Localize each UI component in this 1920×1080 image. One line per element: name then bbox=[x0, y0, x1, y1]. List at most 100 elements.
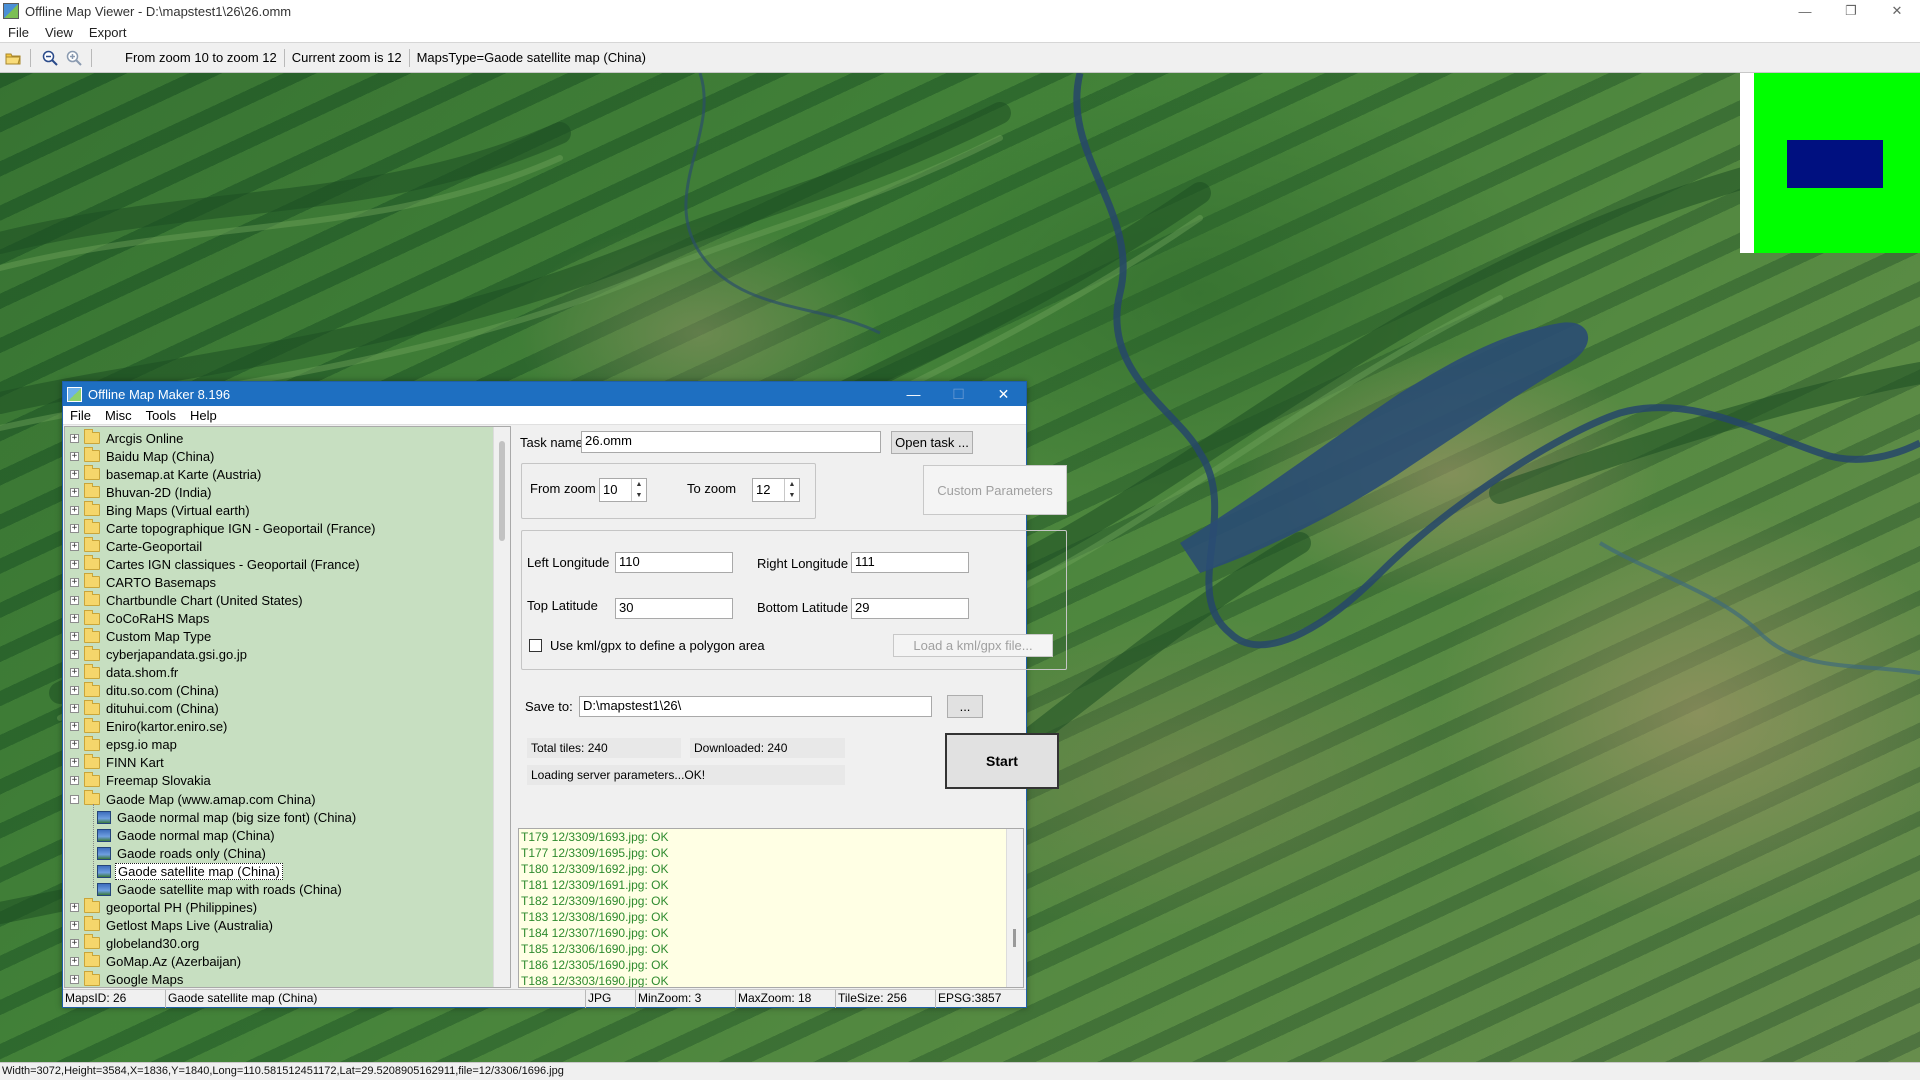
expand-icon[interactable]: + bbox=[70, 559, 79, 569]
to-zoom-arrows[interactable]: ▲ ▼ bbox=[784, 479, 799, 501]
tree-map-item[interactable]: Gaode satellite map (China) bbox=[65, 862, 283, 880]
tree-map-item[interactable]: Gaode normal map (big size font) (China) bbox=[65, 808, 358, 826]
tree-folder-item[interactable]: + Bhuvan-2D (India) bbox=[65, 483, 214, 501]
overview-minimap[interactable] bbox=[1740, 73, 1920, 253]
zoom-out-button[interactable] bbox=[39, 47, 61, 69]
expand-icon[interactable]: + bbox=[70, 686, 79, 696]
minimize-button[interactable]: — bbox=[1782, 0, 1828, 22]
tree-folder-item[interactable]: + CoCoRaHS Maps bbox=[65, 609, 211, 628]
dialog-menu-tools[interactable]: Tools bbox=[139, 408, 183, 423]
zoom-in-button[interactable] bbox=[63, 47, 85, 69]
tree-scrollbar-thumb[interactable] bbox=[499, 441, 505, 541]
use-kml-checkbox[interactable] bbox=[529, 639, 542, 652]
expand-icon[interactable]: + bbox=[70, 577, 79, 587]
to-zoom-spinner[interactable]: 12 ▲ ▼ bbox=[752, 478, 800, 502]
menu-view[interactable]: View bbox=[37, 25, 81, 40]
tree-folder-item[interactable]: + CARTO Basemaps bbox=[65, 573, 218, 591]
tree-folder-item[interactable]: + ditu.so.com (China) bbox=[65, 681, 221, 700]
tree-folder-item[interactable]: + Baidu Map (China) bbox=[65, 447, 216, 465]
save-to-input[interactable]: D:\mapstest1\26\ bbox=[579, 696, 932, 717]
expand-icon[interactable]: + bbox=[70, 433, 79, 443]
tree-folder-item[interactable]: + dituhui.com (China) bbox=[65, 699, 221, 718]
expand-icon[interactable]: + bbox=[70, 505, 79, 515]
overview-viewport-rect[interactable] bbox=[1787, 140, 1883, 188]
expand-icon[interactable]: + bbox=[70, 541, 79, 551]
expand-icon[interactable]: + bbox=[70, 632, 79, 642]
tree-folder-item[interactable]: + globeland30.org bbox=[65, 934, 201, 952]
tree-folder-item[interactable]: + data.shom.fr bbox=[65, 663, 180, 682]
tree-folder-item[interactable]: + cyberjapandata.gsi.go.jp bbox=[65, 645, 249, 664]
tree-folder-item[interactable]: - Gaode Map (www.amap.com China) bbox=[65, 790, 318, 808]
browse-button[interactable]: ... bbox=[947, 695, 983, 718]
open-task-button[interactable]: Open task ... bbox=[891, 431, 973, 454]
menu-export[interactable]: Export bbox=[81, 25, 135, 40]
spin-down-icon[interactable]: ▼ bbox=[785, 490, 799, 501]
expand-icon[interactable]: + bbox=[70, 902, 79, 912]
tree-folder-item[interactable]: + Bing Maps (Virtual earth) bbox=[65, 501, 252, 519]
expand-icon[interactable]: + bbox=[70, 595, 79, 605]
tree-folder-item[interactable]: + basemap.at Karte (Austria) bbox=[65, 465, 263, 483]
expand-icon[interactable]: + bbox=[70, 704, 79, 714]
dialog-menu-help[interactable]: Help bbox=[183, 408, 224, 423]
start-button[interactable]: Start bbox=[945, 733, 1059, 789]
log-line: T188 12/3303/1690.jpg: OK bbox=[521, 974, 669, 988]
expand-icon[interactable]: + bbox=[70, 469, 79, 479]
tree-folder-item[interactable]: + Arcgis Online bbox=[65, 429, 185, 447]
tree-folder-item[interactable]: + Eniro(kartor.eniro.se) bbox=[65, 717, 229, 736]
expand-icon[interactable]: + bbox=[70, 975, 79, 984]
task-name-input[interactable]: 26.omm bbox=[581, 431, 881, 453]
tree-folder-item[interactable]: + GoMap.Az (Azerbaijan) bbox=[65, 952, 243, 970]
dialog-minimize-button[interactable]: — bbox=[891, 382, 936, 406]
tree-folder-item[interactable]: + Cartes IGN classiques - Geoportail (Fra… bbox=[65, 555, 362, 573]
expand-icon[interactable]: + bbox=[70, 740, 79, 750]
expand-icon[interactable]: + bbox=[70, 938, 79, 948]
dialog-menu-file[interactable]: File bbox=[63, 408, 98, 423]
tree-folder-item[interactable]: + Chartbundle Chart (United States) bbox=[65, 591, 305, 609]
download-log[interactable]: T179 12/3309/1693.jpg: OK T177 12/3309/16… bbox=[518, 828, 1024, 988]
tree-folder-item[interactable]: + Carte topographique IGN - Geoportail (F… bbox=[65, 519, 378, 537]
window-controls: — ❐ ✕ bbox=[1782, 0, 1920, 22]
restore-button[interactable]: ❐ bbox=[1828, 0, 1874, 22]
top-latitude-input[interactable]: 30 bbox=[615, 598, 733, 619]
menu-file[interactable]: File bbox=[0, 25, 37, 40]
tree-map-item[interactable]: Gaode satellite map with roads (China) bbox=[65, 880, 344, 898]
expand-icon[interactable]: + bbox=[70, 451, 79, 461]
tree-map-item[interactable]: Gaode roads only (China) bbox=[65, 844, 268, 862]
dialog-menu-misc[interactable]: Misc bbox=[98, 408, 139, 423]
tree-folder-item[interactable]: + Google Maps bbox=[65, 970, 185, 987]
spin-down-icon[interactable]: ▼ bbox=[632, 490, 646, 501]
tree-folder-item[interactable]: + geoportal PH (Philippines) bbox=[65, 898, 259, 916]
tree-map-item[interactable]: Gaode normal map (China) bbox=[65, 826, 277, 844]
tree-scrollbar[interactable] bbox=[493, 427, 510, 987]
bottom-latitude-input[interactable]: 29 bbox=[851, 598, 969, 619]
expand-icon[interactable]: + bbox=[70, 650, 79, 660]
tree-folder-item[interactable]: + FINN Kart bbox=[65, 753, 166, 772]
spin-up-icon[interactable]: ▲ bbox=[785, 479, 799, 490]
expand-icon[interactable]: + bbox=[70, 523, 79, 533]
log-scrollbar-thumb[interactable] bbox=[1013, 929, 1016, 947]
from-zoom-spinner[interactable]: 10 ▲ ▼ bbox=[599, 478, 647, 502]
open-folder-button[interactable] bbox=[2, 47, 24, 69]
collapse-icon[interactable]: - bbox=[70, 794, 79, 804]
from-zoom-arrows[interactable]: ▲ ▼ bbox=[631, 479, 646, 501]
left-longitude-input[interactable]: 110 bbox=[615, 552, 733, 573]
expand-icon[interactable]: + bbox=[70, 920, 79, 930]
expand-icon[interactable]: + bbox=[70, 668, 79, 678]
right-longitude-input[interactable]: 111 bbox=[851, 552, 969, 573]
expand-icon[interactable]: + bbox=[70, 722, 79, 732]
spin-up-icon[interactable]: ▲ bbox=[632, 479, 646, 490]
expand-icon[interactable]: + bbox=[70, 487, 79, 497]
expand-icon[interactable]: + bbox=[70, 614, 79, 623]
tree-folder-item[interactable]: + Getlost Maps Live (Australia) bbox=[65, 916, 275, 934]
map-type-tree[interactable]: + Arcgis Online + Baidu Map (China) + basemap… bbox=[64, 426, 511, 988]
dialog-close-button[interactable]: ✕ bbox=[981, 382, 1026, 406]
tree-folder-item[interactable]: + Freemap Slovakia bbox=[65, 771, 213, 790]
expand-icon[interactable]: + bbox=[70, 956, 79, 966]
close-button[interactable]: ✕ bbox=[1874, 0, 1920, 22]
tree-folder-item[interactable]: + Carte-Geoportail bbox=[65, 537, 204, 555]
expand-icon[interactable]: + bbox=[70, 776, 79, 786]
log-scrollbar[interactable] bbox=[1006, 829, 1023, 987]
tree-folder-item[interactable]: + Custom Map Type bbox=[65, 627, 213, 646]
tree-folder-item[interactable]: + epsg.io map bbox=[65, 735, 179, 754]
expand-icon[interactable]: + bbox=[70, 758, 79, 768]
